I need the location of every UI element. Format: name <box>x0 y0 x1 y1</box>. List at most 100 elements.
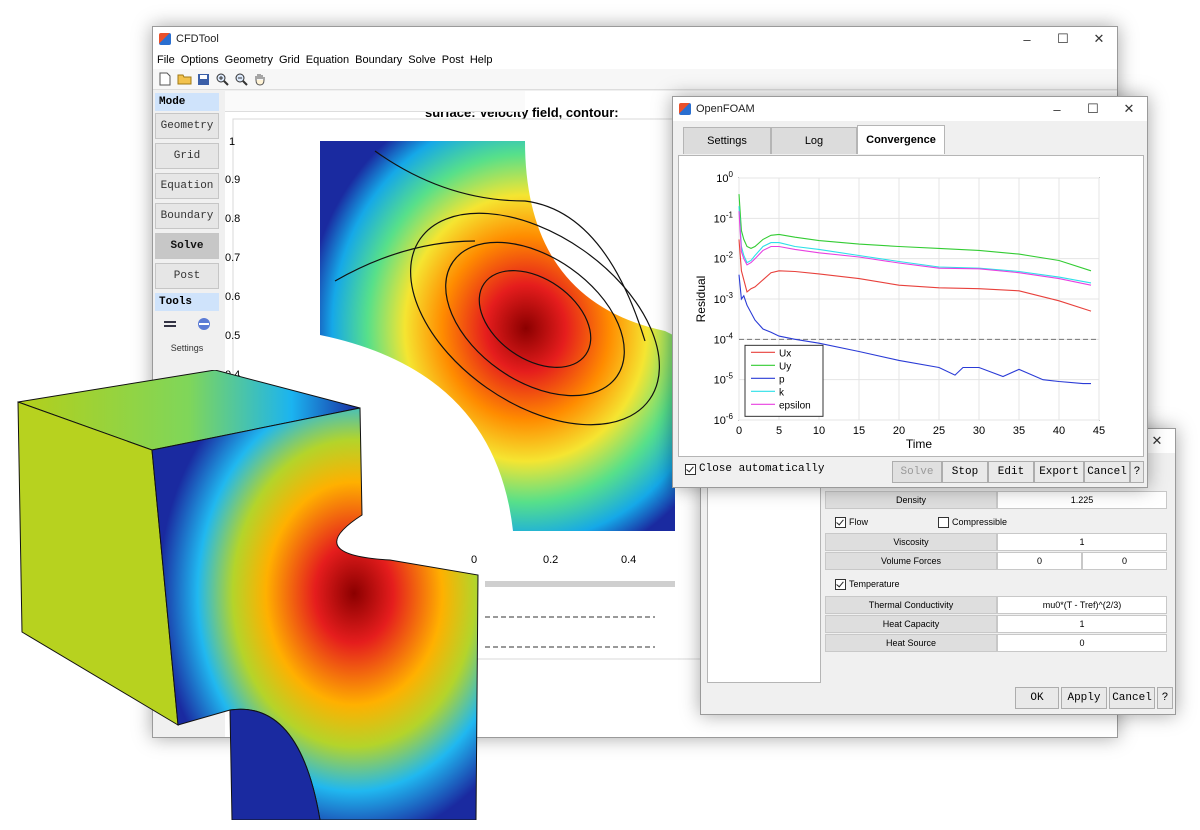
mode-boundary-button[interactable]: Boundary <box>155 203 219 229</box>
openfoam-tool-icon[interactable] <box>197 317 211 334</box>
mode-grid-button[interactable]: Grid <box>155 143 219 169</box>
x-tick-0-4: 0.4 <box>621 554 636 566</box>
x-tick-label: 0 <box>736 425 742 437</box>
density-field[interactable]: 1.225 <box>997 491 1167 509</box>
menu-grid[interactable]: Grid <box>279 54 300 66</box>
compressible-checkbox[interactable] <box>938 516 950 528</box>
matlab-logo-icon <box>679 103 691 115</box>
menu-equation[interactable]: Equation <box>306 54 349 66</box>
solver-tool-icon[interactable] <box>163 319 177 332</box>
mode-header: Mode <box>155 93 219 111</box>
openfoam-title-bar: OpenFOAM – ☐ ✕ <box>673 97 1147 121</box>
pan-hand-icon[interactable] <box>252 71 268 87</box>
density-label: Density <box>825 491 997 509</box>
y-tick-0-9: 0.9 <box>225 174 240 186</box>
volume-force-y-field[interactable]: 0 <box>1082 552 1167 570</box>
tab-settings[interactable]: Settings <box>683 127 771 154</box>
y-tick-label: 10-4 <box>714 331 734 346</box>
y-tick-0-5: 0.5 <box>225 330 240 342</box>
legend-entry-epsilon: epsilon <box>779 400 811 411</box>
menu-post[interactable]: Post <box>442 54 464 66</box>
equation-cancel-button[interactable]: Cancel <box>1109 687 1155 709</box>
legend-entry-Uy: Uy <box>779 361 791 372</box>
y-tick-label: 10-3 <box>714 291 734 306</box>
x-tick-label: 15 <box>853 425 865 437</box>
heat-source-field[interactable]: 0 <box>997 634 1167 652</box>
menu-help[interactable]: Help <box>470 54 493 66</box>
close-icon[interactable]: ✕ <box>1081 27 1117 51</box>
equation-left-panel <box>707 485 821 683</box>
tab-log[interactable]: Log <box>771 127 857 154</box>
y-tick-label: 10-1 <box>714 210 734 225</box>
menu-boundary[interactable]: Boundary <box>355 54 402 66</box>
cancel-button[interactable]: Cancel <box>1084 461 1130 483</box>
x-tick-label: 40 <box>1053 425 1065 437</box>
thermal-conductivity-row: Thermal Conductivity mu0*(T - Tref)^(2/3… <box>825 596 1167 614</box>
heat-source-label: Heat Source <box>825 634 997 652</box>
menu-solve[interactable]: Solve <box>408 54 436 66</box>
temperature-row: Temperature <box>825 575 1167 593</box>
open-folder-icon[interactable] <box>176 71 192 87</box>
y-tick-0-7: 0.7 <box>225 252 240 264</box>
x-tick-label: 20 <box>893 425 905 437</box>
x-tick-0-2: 0.2 <box>543 554 558 566</box>
openfoam-close-icon[interactable]: ✕ <box>1111 97 1147 121</box>
openfoam-maximize-icon[interactable]: ☐ <box>1075 97 1111 121</box>
menu-bar: File Options Geometry Grid Equation Boun… <box>153 51 1117 69</box>
sidebar: Mode Geometry Grid Equation Boundary Sol… <box>153 91 221 353</box>
heat-capacity-field[interactable]: 1 <box>997 615 1167 633</box>
save-icon[interactable] <box>195 71 211 87</box>
openfoam-tabs: Settings Log Convergence <box>673 121 1147 157</box>
volume-force-x-field[interactable]: 0 <box>997 552 1082 570</box>
menu-geometry[interactable]: Geometry <box>225 54 273 66</box>
openfoam-minimize-icon[interactable]: – <box>1039 97 1075 121</box>
viscosity-field[interactable]: 1 <box>997 533 1167 551</box>
x-tick-label: 10 <box>813 425 825 437</box>
zoom-in-icon[interactable] <box>214 71 230 87</box>
mode-equation-button[interactable]: Equation <box>155 173 219 199</box>
density-row: Density 1.225 <box>825 491 1167 509</box>
minimize-icon[interactable]: – <box>1009 27 1045 51</box>
edit-button[interactable]: Edit <box>988 461 1034 483</box>
temperature-label: Temperature <box>849 579 900 589</box>
mode-geometry-button[interactable]: Geometry <box>155 113 219 139</box>
maximize-icon[interactable]: ☐ <box>1045 27 1081 51</box>
equation-help-button[interactable]: ? <box>1157 687 1173 709</box>
x-tick-label: 45 <box>1093 425 1105 437</box>
openfoam-window: OpenFOAM – ☐ ✕ Settings Log Convergence … <box>672 96 1148 488</box>
mode-solve-button[interactable]: Solve <box>155 233 219 259</box>
volume-forces-row: Volume Forces 0 0 <box>825 552 1167 570</box>
zoom-out-icon[interactable] <box>233 71 249 87</box>
heat-capacity-label: Heat Capacity <box>825 615 997 633</box>
legend-entry-Ux: Ux <box>779 348 791 359</box>
viscosity-label: Viscosity <box>825 533 997 551</box>
new-file-icon[interactable] <box>157 71 173 87</box>
x-tick-label: 25 <box>933 425 945 437</box>
menu-options[interactable]: Options <box>181 54 219 66</box>
viscosity-row: Viscosity 1 <box>825 533 1167 551</box>
x-axis-label: Time <box>906 437 933 451</box>
settings-label[interactable]: Settings <box>153 343 221 353</box>
mode-post-button[interactable]: Post <box>155 263 219 289</box>
temperature-checkbox[interactable] <box>835 578 846 590</box>
legend-entry-p: p <box>779 374 785 385</box>
thermal-conductivity-field[interactable]: mu0*(T - Tref)^(2/3) <box>997 596 1167 614</box>
tab-convergence[interactable]: Convergence <box>857 125 945 154</box>
apply-button[interactable]: Apply <box>1061 687 1107 709</box>
help-button[interactable]: ? <box>1130 461 1144 483</box>
ok-button[interactable]: OK <box>1015 687 1059 709</box>
volume-forces-label: Volume Forces <box>825 552 997 570</box>
toolbar <box>153 69 1117 90</box>
x-tick-label: 30 <box>973 425 985 437</box>
menu-file[interactable]: File <box>157 54 175 66</box>
horizontal-scrollbar[interactable] <box>485 581 675 587</box>
y-axis-label: Residual <box>694 276 708 323</box>
y-tick-label: 10-5 <box>714 372 734 387</box>
tools-header: Tools <box>155 293 219 311</box>
stop-button[interactable]: Stop <box>942 461 988 483</box>
flow-checkbox[interactable] <box>835 516 846 528</box>
close-automatically-checkbox[interactable] <box>685 463 696 475</box>
heat-capacity-row: Heat Capacity 1 <box>825 615 1167 633</box>
export-button[interactable]: Export <box>1034 461 1084 483</box>
solve-button[interactable]: Solve <box>892 461 942 483</box>
